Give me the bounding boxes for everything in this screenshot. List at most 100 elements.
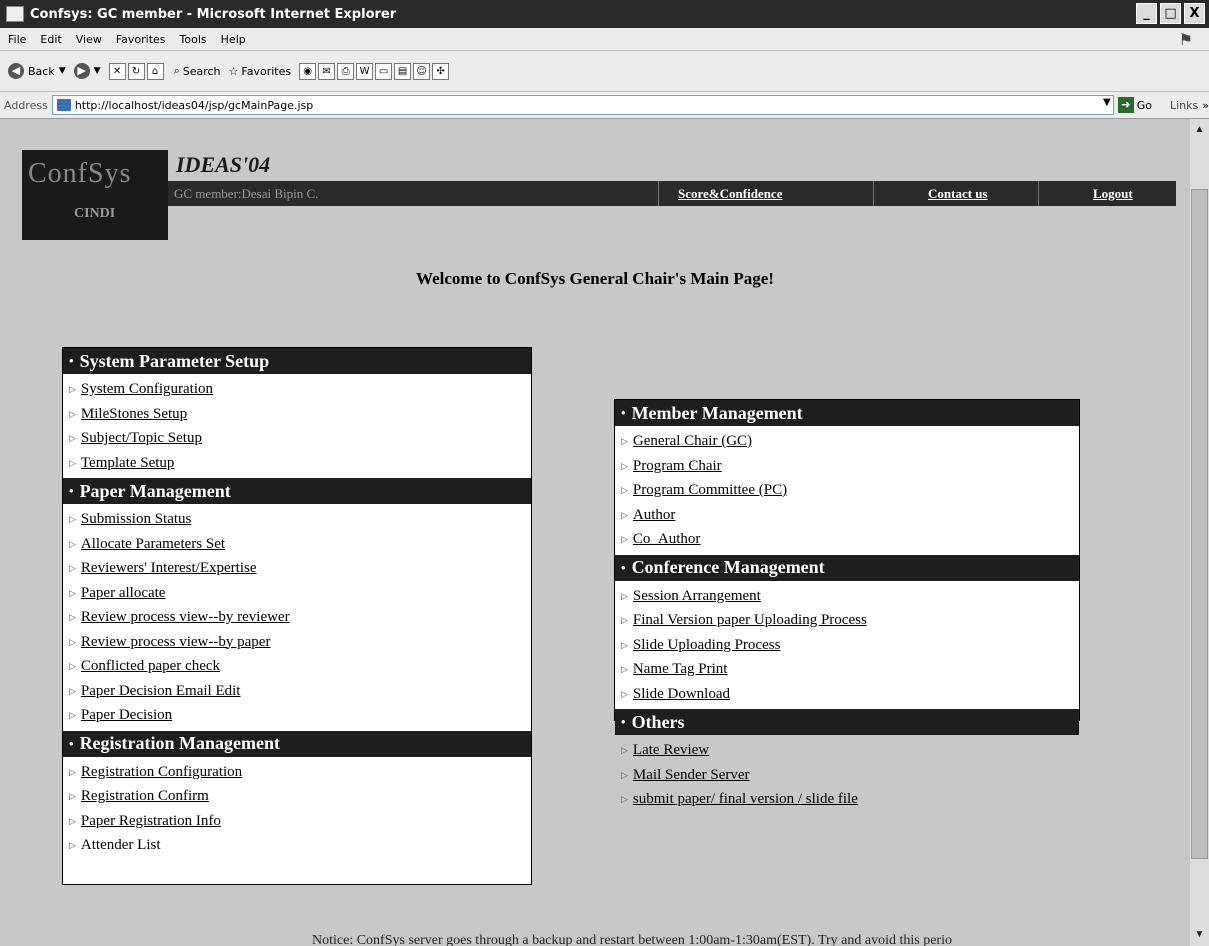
final-version-upload-link[interactable]: Final Version paper Uploading Process — [633, 608, 867, 633]
system-configuration-link[interactable]: System Configuration — [81, 377, 213, 402]
list-item: ▷ Program Committee (PC) — [615, 478, 1079, 503]
arrow-right-icon: ▷ — [69, 685, 76, 696]
research-icon[interactable]: ▤ — [394, 62, 412, 80]
arrow-right-icon: ▷ — [69, 661, 76, 671]
menu-view[interactable]: View — [76, 33, 102, 46]
score-confidence-link[interactable]: Score&Confidence — [678, 186, 782, 202]
contact-us-link[interactable]: Contact us — [928, 186, 988, 202]
review-by-paper-link[interactable]: Review process view--by paper — [81, 630, 271, 655]
links-label[interactable]: Links — [1170, 99, 1198, 112]
list-item: ▷ Final Version paper Uploading Process — [615, 608, 1079, 633]
allocate-parameters-link[interactable]: Allocate Parameters Set — [81, 532, 225, 557]
arrow-right-icon: ▷ — [69, 840, 76, 850]
slide-upload-link[interactable]: Slide Uploading Process — [633, 633, 781, 658]
list-item: ▷ Session Arrangement — [615, 584, 1079, 609]
messenger-icon[interactable]: ☺ — [413, 62, 431, 80]
back-button[interactable]: ◀ Back ▼ — [8, 63, 66, 79]
co-author-link[interactable]: Co_Author — [633, 527, 701, 552]
name-tag-print-link[interactable]: Name Tag Print — [633, 657, 728, 682]
review-by-reviewer-link[interactable]: Review process view--by reviewer — [81, 605, 290, 630]
menu-tools[interactable]: Tools — [180, 33, 207, 46]
list-item: ▷ Paper Decision — [63, 703, 531, 728]
paper-allocate-link[interactable]: Paper allocate — [81, 581, 166, 606]
paper-decision-link[interactable]: Paper Decision — [81, 703, 172, 728]
menu-file[interactable]: File — [8, 33, 26, 46]
section-title: System Parameter Setup — [79, 350, 270, 371]
author-link[interactable]: Author — [633, 503, 676, 528]
menu-edit[interactable]: Edit — [40, 33, 61, 46]
refresh-icon[interactable]: ↻ — [127, 62, 145, 80]
attender-list-link[interactable]: Attender List — [81, 833, 161, 858]
arrow-right-icon: ▷ — [621, 615, 628, 625]
favorites-button[interactable]: ☆ Favorites — [229, 65, 292, 78]
milestones-setup-link[interactable]: MileStones Setup — [81, 402, 187, 427]
home-icon[interactable]: ⌂ — [146, 62, 164, 80]
menu-bar: File Edit View Favorites Tools Help ⚑ — [0, 28, 1209, 51]
window-title: Confsys: GC member - Microsoft Internet … — [30, 6, 397, 22]
logout-link[interactable]: Logout — [1093, 186, 1133, 202]
links-chevron-icon[interactable]: » — [1202, 99, 1209, 112]
slide-download-link[interactable]: Slide Download — [633, 682, 730, 707]
list-item: ▷ submit paper/ final version / slide fil… — [615, 787, 1079, 812]
forward-button[interactable]: ▶ ▼ — [73, 63, 101, 79]
favorites-star-icon: ☆ — [228, 64, 239, 78]
member-management-list: ▷ General Chair (GC) ▷ Program Chair ▷ Prog… — [615, 426, 1079, 555]
reviewers-interest-link[interactable]: Reviewers' Interest/Expertise — [81, 556, 257, 581]
submission-status-link[interactable]: Submission Status — [81, 507, 191, 532]
others-list: ▷ Late Review ▷ Mail Sender Server ▷ submit… — [615, 735, 1079, 815]
list-item: ▷ System Configuration — [63, 377, 531, 402]
word-edit-icon[interactable]: W — [356, 62, 374, 80]
menu-help[interactable]: Help — [221, 33, 246, 46]
general-chair-link[interactable]: General Chair (GC) — [633, 429, 752, 454]
print-icon[interactable]: ⎙ — [337, 62, 355, 80]
arrow-right-icon: ▷ — [621, 688, 628, 699]
media-icon[interactable]: ◉ — [299, 62, 317, 80]
forward-dropdown-icon[interactable]: ▼ — [94, 66, 101, 76]
section-paper-management: • Paper Management — [63, 478, 531, 504]
bullet-icon: • — [621, 405, 626, 420]
program-chair-link[interactable]: Program Chair — [633, 454, 722, 479]
scroll-down-icon[interactable]: ▼ — [1191, 926, 1208, 944]
arrow-right-icon: ▷ — [69, 791, 76, 801]
browser-toolbar: ◀ Back ▼ ▶ ▼ ✕ ↻ ⌂ ⌕ Search ☆ Favorites … — [0, 51, 1209, 92]
close-button[interactable]: X — [1184, 3, 1205, 24]
window-titlebar: Confsys: GC member - Microsoft Internet … — [0, 0, 1209, 28]
list-item: ▷ Slide Uploading Process — [615, 633, 1079, 658]
menu-favorites[interactable]: Favorites — [116, 33, 166, 46]
maximize-button[interactable]: □ — [1160, 3, 1181, 24]
section-registration-management: • Registration Management — [63, 730, 531, 757]
registration-configuration-link[interactable]: Registration Configuration — [81, 760, 242, 785]
template-setup-link[interactable]: Template Setup — [81, 451, 175, 476]
tools-icon[interactable]: ✣ — [432, 62, 450, 80]
minimize-button[interactable]: _ — [1136, 3, 1157, 24]
arrow-right-icon: ▷ — [69, 514, 76, 524]
registration-confirm-link[interactable]: Registration Confirm — [81, 784, 209, 809]
address-input[interactable]: http://localhost/ideas04/jsp/gcMainPage.… — [51, 95, 1114, 115]
session-arrangement-link[interactable]: Session Arrangement — [633, 584, 761, 609]
mail-icon[interactable]: ✉ — [318, 62, 336, 80]
discuss-icon[interactable]: ▭ — [375, 62, 393, 80]
scrollbar-thumb[interactable] — [1191, 189, 1208, 859]
arrow-right-icon: ▷ — [621, 534, 628, 544]
vertical-scrollbar[interactable]: ▲ ▼ — [1190, 119, 1209, 946]
go-arrow-icon: ➜ — [1117, 97, 1134, 113]
late-review-link[interactable]: Late Review — [633, 738, 709, 763]
address-dropdown-icon[interactable]: ▼ — [1103, 97, 1111, 108]
conflicted-paper-check-link[interactable]: Conflicted paper check — [81, 654, 220, 679]
list-item: ▷ MileStones Setup — [63, 402, 531, 427]
search-button[interactable]: ⌕ Search — [174, 64, 221, 78]
scroll-up-icon[interactable]: ▲ — [1191, 121, 1208, 139]
go-button[interactable]: ➜ Go — [1117, 97, 1152, 113]
back-dropdown-icon[interactable]: ▼ — [59, 66, 66, 76]
paper-registration-info-link[interactable]: Paper Registration Info — [81, 809, 221, 834]
stop-icon[interactable]: ✕ — [108, 62, 126, 80]
right-menu-panel: • Member Management ▷ General Chair (GC) … — [614, 399, 1080, 807]
list-item: ▷ Registration Confirm — [63, 784, 531, 809]
program-committee-link[interactable]: Program Committee (PC) — [633, 478, 787, 503]
arrow-right-icon: ▷ — [621, 794, 628, 804]
submit-files-link[interactable]: submit paper/ final version / slide file — [633, 787, 858, 812]
list-item: ▷ Submission Status — [63, 507, 531, 532]
paper-decision-email-link[interactable]: Paper Decision Email Edit — [81, 679, 241, 704]
subject-topic-setup-link[interactable]: Subject/Topic Setup — [81, 426, 202, 451]
mail-sender-server-link[interactable]: Mail Sender Server — [633, 763, 750, 788]
